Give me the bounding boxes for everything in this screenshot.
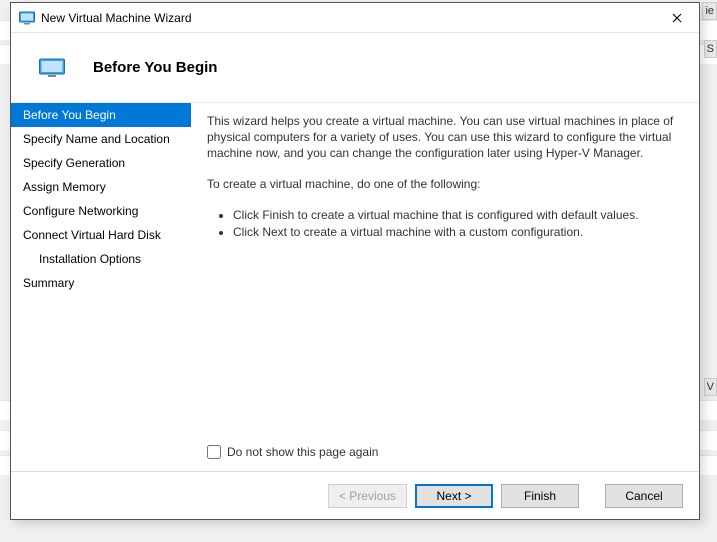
obscured-cell: S — [704, 40, 717, 58]
sidebar-step-connect-vhd[interactable]: Connect Virtual Hard Disk — [11, 223, 191, 247]
obscured-cell: V — [704, 378, 717, 396]
next-button[interactable]: Next > — [415, 484, 493, 508]
do-not-show-again-checkbox[interactable] — [207, 445, 221, 459]
cancel-button[interactable]: Cancel — [605, 484, 683, 508]
wizard-body: Before You Begin Specify Name and Locati… — [11, 103, 699, 471]
options-list: Click Finish to create a virtual machine… — [207, 206, 677, 241]
close-button[interactable] — [654, 3, 699, 32]
wizard-header: Before You Begin — [11, 33, 699, 103]
wizard-dialog: New Virtual Machine Wizard Before You Be… — [10, 2, 700, 520]
sidebar-step-specify-name[interactable]: Specify Name and Location — [11, 127, 191, 151]
sidebar-step-specify-generation[interactable]: Specify Generation — [11, 151, 191, 175]
sidebar-step-assign-memory[interactable]: Assign Memory — [11, 175, 191, 199]
wizard-sidebar: Before You Begin Specify Name and Locati… — [11, 103, 191, 471]
app-icon — [19, 10, 35, 26]
option-finish: Click Finish to create a virtual machine… — [233, 207, 677, 223]
sidebar-step-configure-networking[interactable]: Configure Networking — [11, 199, 191, 223]
previous-button: < Previous — [328, 484, 407, 508]
titlebar: New Virtual Machine Wizard — [11, 3, 699, 33]
finish-button[interactable]: Finish — [501, 484, 579, 508]
option-next: Click Next to create a virtual machine w… — [233, 224, 677, 240]
vm-icon — [39, 58, 65, 78]
sidebar-step-installation-options[interactable]: Installation Options — [11, 247, 191, 271]
obscured-cell: ie — [702, 2, 717, 20]
page-title: Before You Begin — [93, 59, 217, 76]
do-not-show-again[interactable]: Do not show this page again — [207, 445, 677, 459]
intro-text: This wizard helps you create a virtual m… — [207, 113, 677, 162]
wizard-footer: < Previous Next > Finish Cancel — [11, 471, 699, 519]
sidebar-step-before-you-begin[interactable]: Before You Begin — [11, 103, 191, 127]
window-title: New Virtual Machine Wizard — [41, 11, 192, 25]
sidebar-step-summary[interactable]: Summary — [11, 271, 191, 295]
wizard-content: This wizard helps you create a virtual m… — [191, 103, 699, 471]
lead-text: To create a virtual machine, do one of t… — [207, 176, 677, 192]
do-not-show-again-label: Do not show this page again — [227, 445, 378, 459]
